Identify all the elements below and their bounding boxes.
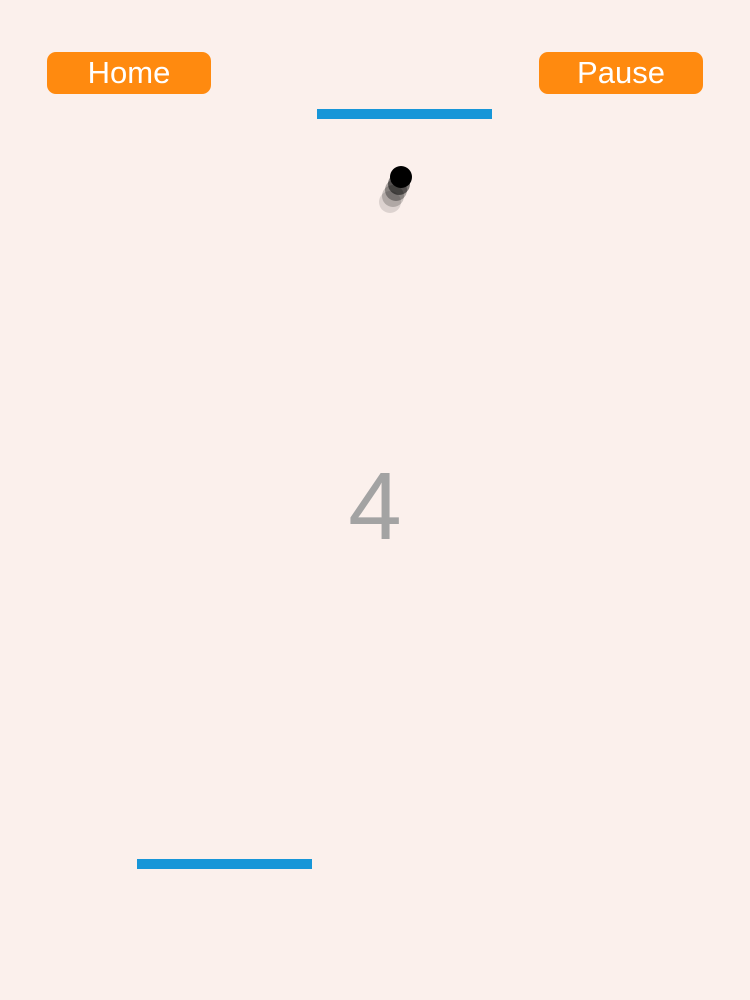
ball [390, 166, 412, 188]
pause-button[interactable]: Pause [539, 52, 703, 94]
bottom-paddle[interactable] [137, 859, 312, 869]
home-button[interactable]: Home [47, 52, 211, 94]
score-display: 4 [348, 453, 402, 560]
top-paddle [317, 109, 492, 119]
